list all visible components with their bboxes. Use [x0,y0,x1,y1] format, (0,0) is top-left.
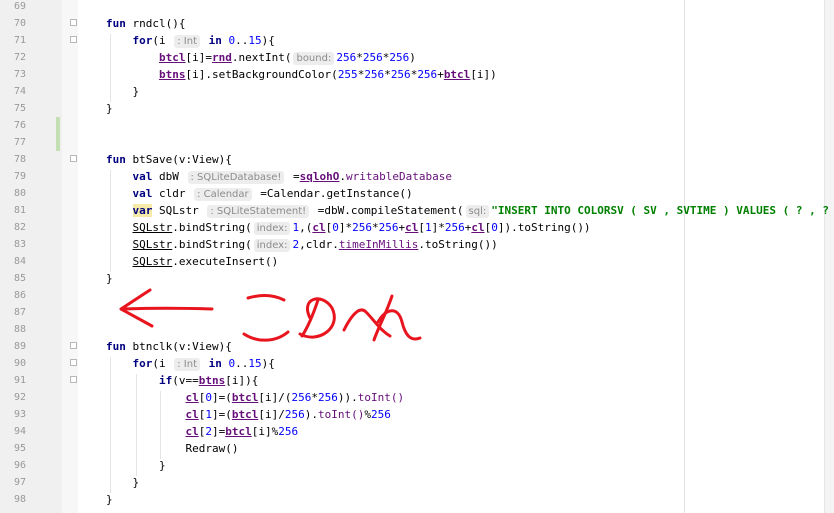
handwritten-kono-hen-text [242,294,422,342]
handwritten-annotation [119,288,422,342]
red-arrow-icon [119,288,214,328]
